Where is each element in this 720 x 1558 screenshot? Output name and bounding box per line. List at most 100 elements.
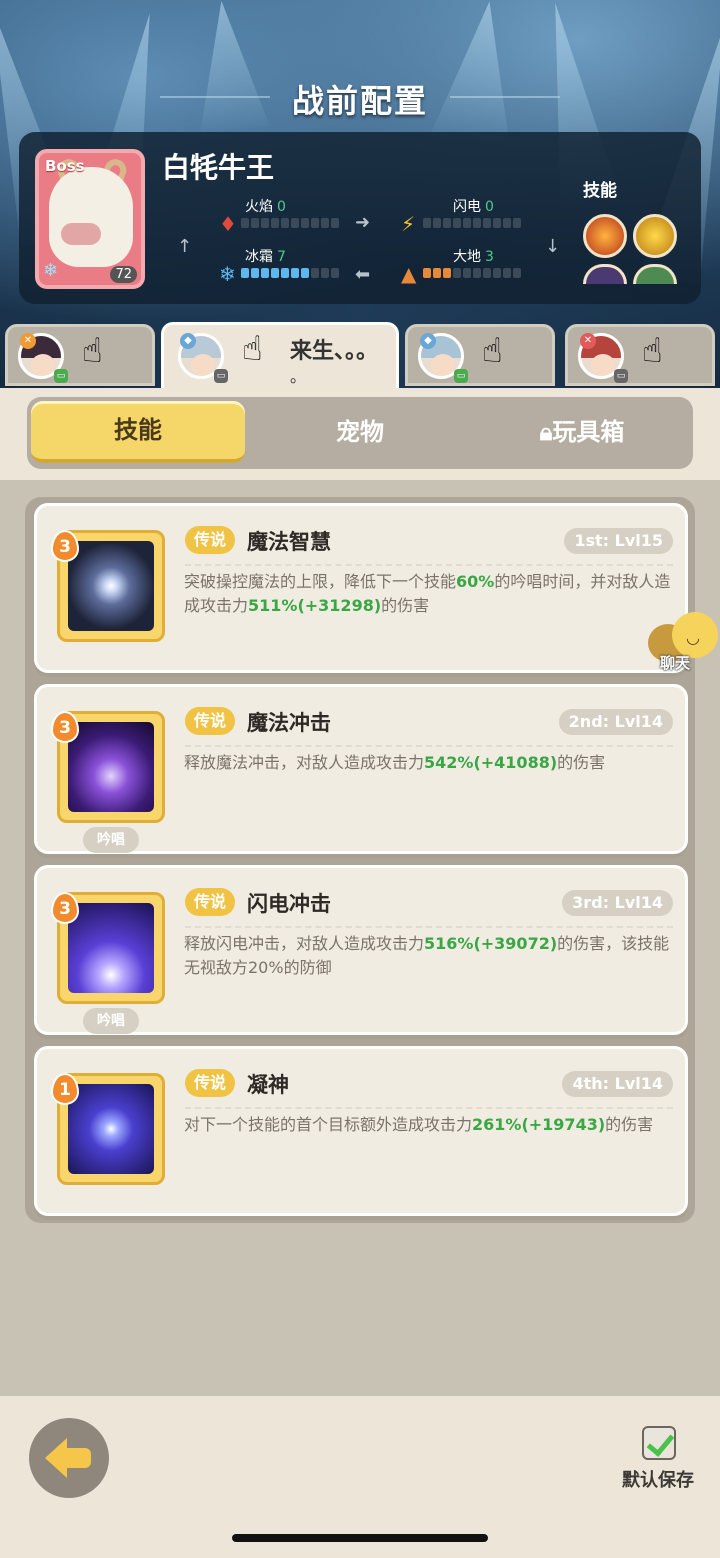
- character-tab-4[interactable]: ✕ ▭ ☝: [565, 324, 715, 386]
- skill-description: 对下一个技能的首个目标额外造成攻击力261%(+19743)的伤害: [184, 1115, 654, 1134]
- skill-level: 1st: Lvl15: [564, 528, 673, 554]
- magic-impact-icon: [68, 722, 154, 812]
- earth-icon: ▲: [401, 262, 417, 286]
- meter-segment: [261, 218, 269, 228]
- category-tabs: 技能 宠物 🔒︎玩具箱: [27, 397, 693, 469]
- home-indicator[interactable]: [232, 1534, 488, 1542]
- character-tab-2[interactable]: ◆ ▭ ☝ 来生、。。 。: [161, 322, 399, 392]
- rarity-badge: 传说: [185, 707, 236, 735]
- skill-card-2[interactable]: 3 吟唱 传说 魔法冲击 2nd: Lvl14 释放魔法冲击，对敌人造成攻击力5…: [34, 684, 688, 854]
- rarity-badge: 传说: [185, 888, 236, 916]
- meter-segment: [463, 218, 471, 228]
- meter-segment: [503, 218, 511, 228]
- default-save-checkbox[interactable]: [642, 1426, 676, 1460]
- boss-name: 白牦牛王: [162, 151, 275, 184]
- stat-fire: ♦ 火焰 0: [219, 196, 369, 236]
- boss-tag: Boss: [45, 157, 85, 175]
- meter-segment: [433, 268, 441, 278]
- meter-segment: [483, 268, 491, 278]
- meter-segment: [321, 218, 329, 228]
- stat-earth: ▲ 大地 3: [401, 246, 551, 286]
- tap-hand-icon: ☝: [482, 331, 503, 371]
- meter-segment: [433, 218, 441, 228]
- controller-badge-icon: ▭: [214, 369, 228, 383]
- skill-description: 突破操控魔法的上限，降低下一个技能60%的吟唱时间，并对敌人造成攻击力511%(…: [184, 572, 671, 615]
- chat-button[interactable]: ◡ 聊天: [648, 612, 720, 676]
- boss-info-panel: Boss ❄ 72 白牦牛王 ♦ 火焰 0 ⚡ 闪电 0 ❄ 冰霜 7 ▲ 大地 3 ↑…: [19, 132, 701, 304]
- chant-badge: 吟唱: [83, 827, 139, 853]
- meter-segment: [301, 218, 309, 228]
- meter-segment: [443, 268, 451, 278]
- rank-badge: 3: [51, 530, 79, 562]
- skill-level: 4th: Lvl14: [562, 1071, 673, 1097]
- boss-skills-label: 技能: [583, 181, 617, 201]
- rank-badge: 3: [51, 892, 79, 924]
- rank-badge: 3: [51, 711, 79, 743]
- back-button[interactable]: [29, 1418, 109, 1498]
- class-badge-icon: ✕: [580, 333, 596, 349]
- frost-meter: [241, 268, 339, 278]
- fire-meter: [241, 218, 339, 228]
- meter-segment: [271, 218, 279, 228]
- frost-icon: ❄: [219, 262, 236, 286]
- tab-skills[interactable]: 技能: [31, 401, 245, 463]
- controller-badge-icon: ▭: [614, 369, 628, 383]
- skill-level: 3rd: Lvl14: [562, 890, 673, 916]
- meter-segment: [311, 218, 319, 228]
- tap-hand-icon: ☝: [242, 329, 263, 369]
- chant-badge: 吟唱: [83, 1008, 139, 1034]
- stat-frost: ❄ 冰霜 7: [219, 246, 369, 286]
- class-badge-icon: ◆: [180, 333, 196, 349]
- meter-segment: [291, 218, 299, 228]
- skill-name: 闪电冲击: [247, 892, 331, 916]
- class-badge-icon: ◆: [420, 333, 436, 349]
- meter-segment: [331, 268, 339, 278]
- meter-segment: [443, 218, 451, 228]
- lightning-meter: [423, 218, 521, 228]
- character-tab-3[interactable]: ◆ ▭ ☝: [405, 324, 555, 386]
- boss-skill-fire-icon[interactable]: [583, 214, 627, 258]
- skill-description: 释放闪电冲击，对敌人造成攻击力516%(+39072)的伤害，该技能无视敌方20…: [184, 934, 670, 977]
- meter-segment: [463, 268, 471, 278]
- rarity-badge: 传说: [185, 526, 236, 554]
- tab-toybox[interactable]: 🔒︎玩具箱: [475, 401, 689, 463]
- meter-segment: [251, 218, 259, 228]
- meter-segment: [493, 268, 501, 278]
- lightning-icon: ⚡: [401, 212, 416, 236]
- meter-segment: [423, 218, 431, 228]
- cycle-arrow-icon: ↓: [545, 236, 561, 257]
- meter-segment: [493, 218, 501, 228]
- boss-skill-nature-icon[interactable]: [633, 264, 677, 284]
- footer-bar: 默认保存: [0, 1396, 720, 1558]
- meter-segment: [473, 218, 481, 228]
- skill-description: 释放魔法冲击，对敌人造成攻击力542%(+41088)的伤害: [184, 753, 606, 772]
- chat-label: 聊天: [660, 654, 691, 672]
- tab-pets[interactable]: 宠物: [253, 401, 467, 463]
- meter-segment: [311, 268, 319, 278]
- boss-skill-dark-icon[interactable]: [583, 264, 627, 284]
- default-save-label: 默认保存: [622, 1470, 694, 1491]
- boss-skill-horn-icon[interactable]: [633, 214, 677, 258]
- skill-name: 凝神: [247, 1073, 289, 1097]
- online-badge-icon: ▭: [54, 369, 68, 383]
- character-name: 来生、。。: [290, 339, 379, 364]
- skill-card-1[interactable]: 3 传说 魔法智慧 1st: Lvl15 突破操控魔法的上限，降低下一个技能60…: [34, 503, 688, 673]
- skill-level: 2nd: Lvl14: [558, 709, 673, 735]
- skill-card-4[interactable]: 1 传说 凝神 4th: Lvl14 对下一个技能的首个目标额外造成攻击力261…: [34, 1046, 688, 1216]
- stat-lightning: ⚡ 闪电 0: [401, 196, 551, 236]
- skill-card-3[interactable]: 3 吟唱 传说 闪电冲击 3rd: Lvl14 释放闪电冲击，对敌人造成攻击力5…: [34, 865, 688, 1035]
- tap-hand-icon: ☝: [82, 331, 103, 371]
- cycle-arrow-icon: ⬅: [355, 264, 371, 285]
- rank-badge: 1: [51, 1073, 79, 1105]
- smiley-icon: ◡: [686, 628, 700, 647]
- yak-illustration: [49, 167, 133, 267]
- character-tab-1[interactable]: ✕ ▭ ☝: [5, 324, 155, 386]
- earth-meter: [423, 268, 521, 278]
- meter-segment: [423, 268, 431, 278]
- cycle-arrow-icon: ➜: [355, 212, 371, 233]
- online-badge-icon: ▭: [454, 369, 468, 383]
- meter-segment: [301, 268, 309, 278]
- meter-segment: [331, 218, 339, 228]
- boss-portrait[interactable]: Boss ❄ 72: [35, 149, 145, 289]
- meter-segment: [513, 218, 521, 228]
